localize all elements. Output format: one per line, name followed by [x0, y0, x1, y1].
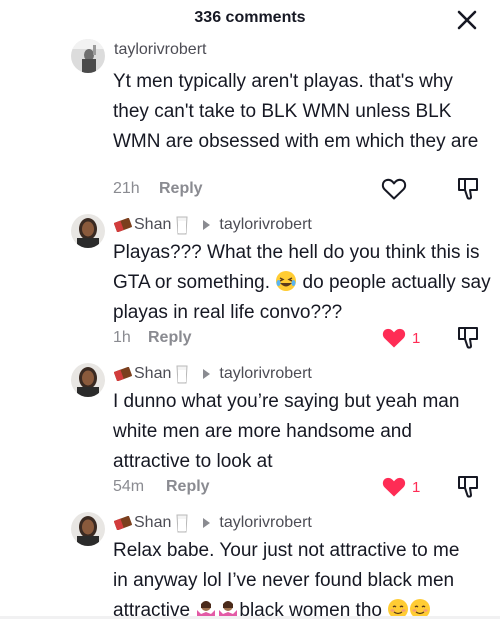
reply-button[interactable]: Reply	[159, 180, 203, 198]
heart-filled-icon	[382, 328, 406, 348]
comment-time: 54m	[113, 478, 145, 495]
milk-glass-emoji-icon	[176, 514, 188, 533]
dislike-icon[interactable]	[456, 176, 480, 202]
like-button[interactable]: 1	[381, 474, 431, 500]
avatar-photo-icon	[71, 214, 105, 248]
close-icon[interactable]	[455, 8, 479, 32]
avatar[interactable]	[71, 512, 105, 546]
avatar-photo-icon	[71, 512, 105, 546]
author-name[interactable]: Shan	[134, 514, 171, 532]
comment-author-line: Shan taylorivrobert	[114, 512, 312, 534]
avatar[interactable]	[71, 214, 105, 248]
dislike-icon[interactable]	[456, 325, 480, 351]
milk-glass-emoji-icon	[176, 216, 188, 235]
comment-author-line: taylorivrobert	[114, 39, 206, 61]
comments-count-title: 336 comments	[194, 9, 306, 26]
avatar[interactable]	[71, 363, 105, 397]
chocolate-bar-emoji-icon	[114, 516, 132, 530]
comment-text: Playas??? What the hell do you think thi…	[113, 238, 491, 328]
comment-author-line: Shan taylorivrobert	[114, 214, 312, 236]
comment-text-line: in anyway lol I’ve never found black men	[113, 570, 455, 591]
laughing-tears-emoji-icon	[276, 271, 297, 291]
comment-text: I dunno what you’re saying but yeah man …	[113, 391, 460, 472]
comment-text: Relax babe. Your just not attractive to …	[113, 536, 491, 619]
like-button[interactable]: 1	[381, 325, 431, 351]
chocolate-bar-emoji-icon	[114, 218, 132, 232]
comment-text: Yt men typically aren't playas. that's w…	[113, 71, 479, 152]
dislike-icon[interactable]	[456, 474, 480, 500]
comment-meta: 21h Reply	[113, 177, 203, 201]
reply-to-name[interactable]: taylorivrobert	[219, 365, 311, 383]
like-button[interactable]	[381, 176, 431, 202]
reply-arrow-icon	[203, 518, 211, 528]
reply-arrow-icon	[203, 369, 211, 379]
like-count: 1	[412, 329, 421, 347]
author-name[interactable]: Shan	[134, 216, 171, 234]
comment-time: 1h	[113, 329, 131, 346]
comment-meta: 54m Reply	[113, 475, 210, 499]
chocolate-bar-emoji-icon	[114, 367, 132, 381]
reply-button[interactable]: Reply	[148, 329, 192, 347]
avatar-photo-icon	[71, 363, 105, 397]
comments-header: 336 comments	[0, 0, 500, 40]
like-count: 1	[412, 478, 421, 496]
comment-author-line: Shan taylorivrobert	[114, 363, 312, 385]
comment-text-line: Relax babe. Your just not attractive to …	[113, 540, 460, 561]
heart-filled-icon	[382, 477, 406, 497]
milk-glass-emoji-icon	[176, 365, 188, 384]
avatar-photo-icon	[71, 39, 105, 73]
author-name[interactable]: taylorivrobert	[114, 41, 206, 59]
comment-meta: 1h Reply	[113, 326, 192, 350]
reply-arrow-icon	[203, 220, 211, 230]
reply-to-name[interactable]: taylorivrobert	[219, 514, 311, 532]
reply-to-name[interactable]: taylorivrobert	[219, 216, 311, 234]
reply-button[interactable]: Reply	[166, 478, 210, 496]
comment-time: 21h	[113, 180, 140, 197]
avatar[interactable]	[71, 39, 105, 73]
author-name[interactable]: Shan	[134, 365, 171, 383]
heart-outline-icon	[381, 178, 407, 200]
